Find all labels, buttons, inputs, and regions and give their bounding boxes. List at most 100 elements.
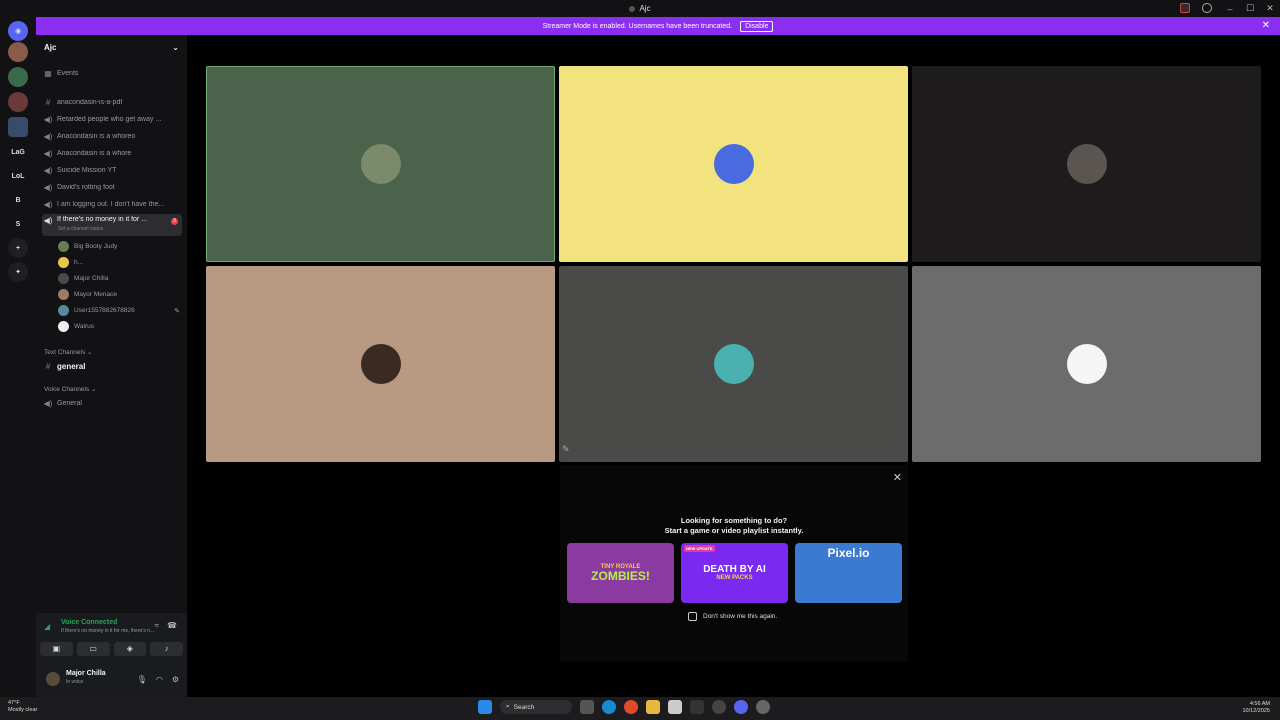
file-explorer-icon[interactable]: [646, 700, 660, 714]
voice-user[interactable]: Walrus: [58, 319, 182, 334]
server-avatar[interactable]: [8, 42, 28, 62]
activity-card-pixel-io[interactable]: Pixel.io: [795, 543, 902, 603]
activity-card-zombies[interactable]: TINY ROYALE ZOMBIES!: [567, 543, 674, 603]
help-icon[interactable]: [1202, 3, 1212, 13]
avatar: [360, 144, 401, 184]
soundboard-icon[interactable]: ♪: [150, 642, 183, 656]
channel-sidebar: Ajc ⌄ ▦ Events # anacondasin-is-a-pdf ◀) Re…: [36, 35, 187, 697]
camera-icon[interactable]: ▣: [40, 642, 73, 656]
server-avatar[interactable]: [8, 117, 28, 137]
edge-icon[interactable]: [602, 700, 616, 714]
guild-header[interactable]: Ajc ⌄: [36, 35, 187, 59]
clock[interactable]: 4:56 AM 10/12/2025: [1242, 701, 1270, 715]
chevron-down-icon: ⌄: [172, 42, 179, 52]
voice-user[interactable]: Big Booty Judy: [58, 239, 182, 254]
server-avatar[interactable]: [8, 67, 28, 87]
speaker-icon: ◀): [43, 166, 53, 175]
channel-text[interactable]: # anacondasin-is-a-pdf: [42, 95, 182, 110]
activity-card-death-by-ai[interactable]: NEW UPDATE DEATH BY AI NEW PACKS: [681, 543, 788, 603]
settings-gear-icon[interactable]: ⚙: [172, 675, 179, 684]
channel-voice[interactable]: ◀) Anacondasin is a whore: [42, 146, 182, 161]
disconnect-icon[interactable]: ☎: [167, 621, 177, 630]
channel-events[interactable]: ▦ Events: [42, 66, 182, 81]
discord-icon[interactable]: [734, 700, 748, 714]
activity-icon[interactable]: ◈: [113, 642, 147, 656]
channel-general[interactable]: # general: [42, 359, 182, 374]
channel-status[interactable]: Set a channel status: [58, 226, 103, 232]
server-s[interactable]: S: [8, 214, 28, 234]
server-b[interactable]: B: [8, 190, 28, 210]
speaker-icon: ◀): [43, 132, 53, 141]
speaker-icon: ◀): [43, 183, 53, 192]
streamer-mode-banner: Streamer Mode is enabled. Usernames have…: [36, 17, 1280, 35]
hash-icon: #: [45, 362, 51, 371]
avatar: [58, 241, 69, 252]
avatar: [58, 257, 69, 268]
server-list: ◉ LaG LoL B S + ✦: [0, 17, 36, 697]
browser-icon[interactable]: [624, 700, 638, 714]
server-lag[interactable]: LaG: [8, 142, 28, 162]
mic-icon[interactable]: 🎙: [137, 675, 147, 684]
category-text[interactable]: Text Channels ⌄: [44, 348, 92, 356]
maximize-icon[interactable]: ☐: [1240, 3, 1260, 14]
channel-voice[interactable]: ◀) Anacondasin is a whoreo: [42, 129, 182, 144]
store-icon[interactable]: [668, 700, 682, 714]
settings-icon[interactable]: [756, 700, 770, 714]
discord-home-icon[interactable]: ◉: [8, 21, 28, 41]
channel-voice[interactable]: ◀) I am logging out. I don't have the...: [42, 197, 182, 212]
search-icon: ⌕: [506, 703, 510, 710]
voice-user[interactable]: User1557882678826 ✎: [58, 303, 182, 318]
server-avatar[interactable]: [8, 92, 28, 112]
channel-voice-general[interactable]: ◀) General: [42, 396, 182, 411]
avatar: [1066, 344, 1107, 384]
channel-voice[interactable]: ◀) David's rotting foot: [42, 180, 182, 195]
task-view-icon[interactable]: [580, 700, 594, 714]
dont-show-checkbox[interactable]: Don't show me this again.: [688, 612, 777, 621]
signal-icon: ◢: [44, 622, 51, 631]
category-voice[interactable]: Voice Channels ⌄: [44, 385, 96, 393]
channel-voice-active[interactable]: ◀) If there's no money in it for ... 3 S…: [42, 214, 182, 236]
app-icon[interactable]: [690, 700, 704, 714]
inbox-icon[interactable]: [1180, 3, 1190, 13]
disable-button[interactable]: Disable: [740, 20, 774, 32]
voice-user[interactable]: Major Chilla: [58, 271, 182, 286]
pin-icon[interactable]: ✎: [562, 444, 570, 455]
title-bar: Ajc – ☐ ✕: [0, 0, 1280, 17]
speaker-icon: ◀): [43, 115, 53, 124]
avatar: [58, 305, 69, 316]
channel-voice[interactable]: ◀) Retarded people who get away ...: [42, 112, 182, 127]
screenshare-icon[interactable]: ▭: [76, 642, 110, 656]
participant-tile[interactable]: [912, 66, 1261, 262]
window-controls: – ☐ ✕: [1220, 0, 1280, 17]
minimize-icon[interactable]: –: [1220, 4, 1240, 14]
voice-user[interactable]: Mayor Menace: [58, 287, 182, 302]
voice-panel: ◢ Voice Connected If there's no money in…: [36, 613, 187, 697]
voice-user[interactable]: h...: [58, 255, 182, 270]
participant-tile[interactable]: [559, 66, 908, 262]
close-banner-icon[interactable]: ✕: [1262, 20, 1270, 31]
taskbar-search[interactable]: ⌕ Search: [500, 700, 572, 714]
close-icon[interactable]: ✕: [893, 471, 902, 484]
windows-start-icon[interactable]: [478, 700, 492, 714]
checkbox[interactable]: [688, 612, 697, 621]
avatar: [360, 344, 401, 384]
participant-tile[interactable]: [206, 266, 555, 462]
close-window-icon[interactable]: ✕: [1260, 3, 1280, 14]
participant-tile[interactable]: [206, 66, 555, 262]
app-icon[interactable]: [712, 700, 726, 714]
voice-actions: ▣ ▭ ◈ ♪: [40, 642, 183, 656]
activity-heading: Looking for something to do? Start a gam…: [664, 516, 804, 535]
participant-tile[interactable]: [559, 266, 908, 462]
avatar[interactable]: [46, 672, 60, 686]
avatar: [58, 289, 69, 300]
speaker-icon: ◀): [43, 216, 53, 225]
headphones-icon[interactable]: ◠: [156, 675, 163, 684]
channel-voice[interactable]: ◀) Suicide Mission YT: [42, 163, 182, 178]
noise-suppression-icon[interactable]: ≈: [155, 621, 159, 630]
server-lol[interactable]: LoL: [8, 166, 28, 186]
weather-widget[interactable]: 47°F Mostly clear: [8, 700, 37, 714]
participant-tile[interactable]: [912, 266, 1261, 462]
add-server-icon[interactable]: +: [8, 238, 28, 258]
discover-icon[interactable]: ✦: [8, 262, 28, 282]
calendar-icon: ▦: [44, 69, 52, 78]
